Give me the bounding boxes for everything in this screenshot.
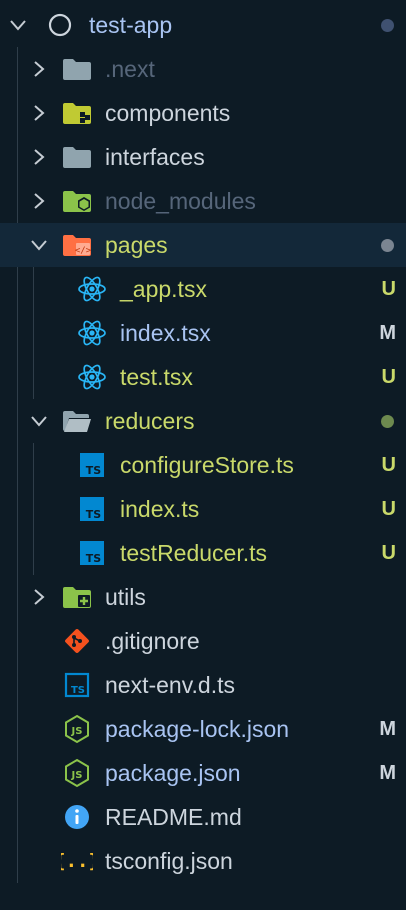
chevron-right-icon[interactable]	[27, 179, 51, 223]
tree-item-label: _app.tsx	[120, 276, 207, 302]
chevron-right-icon[interactable]	[27, 135, 51, 179]
tree-item-label: package-lock.json	[105, 716, 290, 742]
tree-file-tsconfig-json[interactable]: {..} tsconfig.json	[0, 839, 406, 883]
react-icon	[76, 311, 108, 355]
tree-file-gitignore[interactable]: .gitignore	[0, 619, 406, 663]
tree-folder-reducers[interactable]: reducers	[0, 399, 406, 443]
tree-item-label: testReducer.ts	[120, 540, 268, 566]
react-icon	[76, 267, 108, 311]
svg-text:</>: </>	[75, 246, 92, 256]
tree-file-test-tsx[interactable]: test.tsx U	[0, 355, 406, 399]
info-icon	[61, 795, 93, 839]
json-braces-icon: {..}	[61, 839, 93, 883]
git-icon	[61, 619, 93, 663]
tree-folder-test-app[interactable]: test-app	[0, 3, 406, 47]
tree-item-label: README.md	[105, 804, 242, 830]
tree-folder-interfaces[interactable]: interfaces	[0, 135, 406, 179]
git-status-badge: U	[381, 366, 396, 388]
components-folder-icon	[61, 91, 93, 135]
git-status-badge: M	[379, 718, 396, 740]
git-change-dot	[381, 415, 394, 428]
typescript-icon: TS	[76, 443, 108, 487]
tree-item-label: components	[105, 100, 231, 126]
git-status-badge: M	[379, 322, 396, 344]
tree-item-label: tsconfig.json	[105, 848, 233, 874]
tree-folder-node-modules[interactable]: node_modules	[0, 179, 406, 223]
folder-icon	[61, 47, 93, 91]
tree-item-label: test.tsx	[120, 364, 193, 390]
tree-item-label: index.tsx	[120, 320, 211, 346]
git-change-dot	[381, 239, 394, 252]
react-icon	[76, 355, 108, 399]
svg-text:TS: TS	[86, 552, 102, 565]
tree-item-label: reducers	[105, 408, 195, 434]
git-change-dot	[381, 19, 394, 32]
tree-item-label: .next	[105, 56, 155, 82]
svg-text:{..}: {..}	[61, 850, 93, 872]
typescript-outline-icon: TS	[61, 663, 93, 707]
folder-icon	[61, 135, 93, 179]
tree-item-label: index.ts	[120, 496, 200, 522]
svg-text:JS: JS	[71, 770, 83, 781]
file-explorer-tree: test-app .next components interfaces node_mo…	[0, 0, 406, 910]
chevron-down-icon[interactable]	[27, 223, 51, 267]
svg-text:TS: TS	[86, 508, 102, 521]
open-folder-icon	[61, 399, 93, 443]
tree-folder-components[interactable]: components	[0, 91, 406, 135]
typescript-icon: TS	[76, 487, 108, 531]
git-status-badge: U	[381, 542, 396, 564]
tree-file-readme-md[interactable]: README.md	[0, 795, 406, 839]
nodejs-icon: JS	[61, 751, 93, 795]
tree-file-testreducer-ts[interactable]: TS testReducer.ts U	[0, 531, 406, 575]
tree-item-label: package.json	[105, 760, 241, 786]
tree-file-app-tsx[interactable]: _app.tsx U	[0, 267, 406, 311]
chevron-right-icon[interactable]	[27, 575, 51, 619]
tree-item-label: configureStore.ts	[120, 452, 294, 478]
tree-file-package-json[interactable]: JS package.json M	[0, 751, 406, 795]
tree-folder-utils[interactable]: utils	[0, 575, 406, 619]
tree-file-index-ts[interactable]: TS index.ts U	[0, 487, 406, 531]
git-status-badge: U	[381, 498, 396, 520]
tree-item-label: test-app	[89, 12, 173, 38]
tree-item-label: utils	[105, 584, 146, 610]
tree-item-label: next-env.d.ts	[105, 672, 235, 698]
chevron-right-icon[interactable]	[27, 91, 51, 135]
tree-item-label: interfaces	[105, 144, 205, 170]
tree-file-configurestore-ts[interactable]: TS configureStore.ts U	[0, 443, 406, 487]
tree-item-label: .gitignore	[105, 628, 200, 654]
repo-circle-icon	[44, 3, 76, 47]
chevron-down-icon[interactable]	[27, 399, 51, 443]
tree-folder-next[interactable]: .next	[0, 47, 406, 91]
tree-file-package-lock-json[interactable]: JS package-lock.json M	[0, 707, 406, 751]
tree-file-next-env-d-ts[interactable]: TS next-env.d.ts	[0, 663, 406, 707]
node-folder-icon	[61, 179, 93, 223]
chevron-down-icon[interactable]	[6, 3, 30, 47]
tree-file-index-tsx[interactable]: index.tsx M	[0, 311, 406, 355]
git-status-badge: U	[381, 278, 396, 300]
tree-item-label: node_modules	[105, 188, 256, 214]
git-status-badge: U	[381, 454, 396, 476]
chevron-right-icon[interactable]	[27, 47, 51, 91]
tree-item-label: pages	[105, 232, 168, 258]
git-status-badge: M	[379, 762, 396, 784]
utils-folder-icon	[61, 575, 93, 619]
nodejs-icon: JS	[61, 707, 93, 751]
svg-text:JS: JS	[71, 726, 83, 737]
typescript-icon: TS	[76, 531, 108, 575]
svg-text:TS: TS	[71, 685, 85, 696]
pages-folder-icon: </>	[61, 223, 93, 267]
tree-folder-pages[interactable]: </> pages	[0, 223, 406, 267]
svg-text:TS: TS	[86, 464, 102, 477]
